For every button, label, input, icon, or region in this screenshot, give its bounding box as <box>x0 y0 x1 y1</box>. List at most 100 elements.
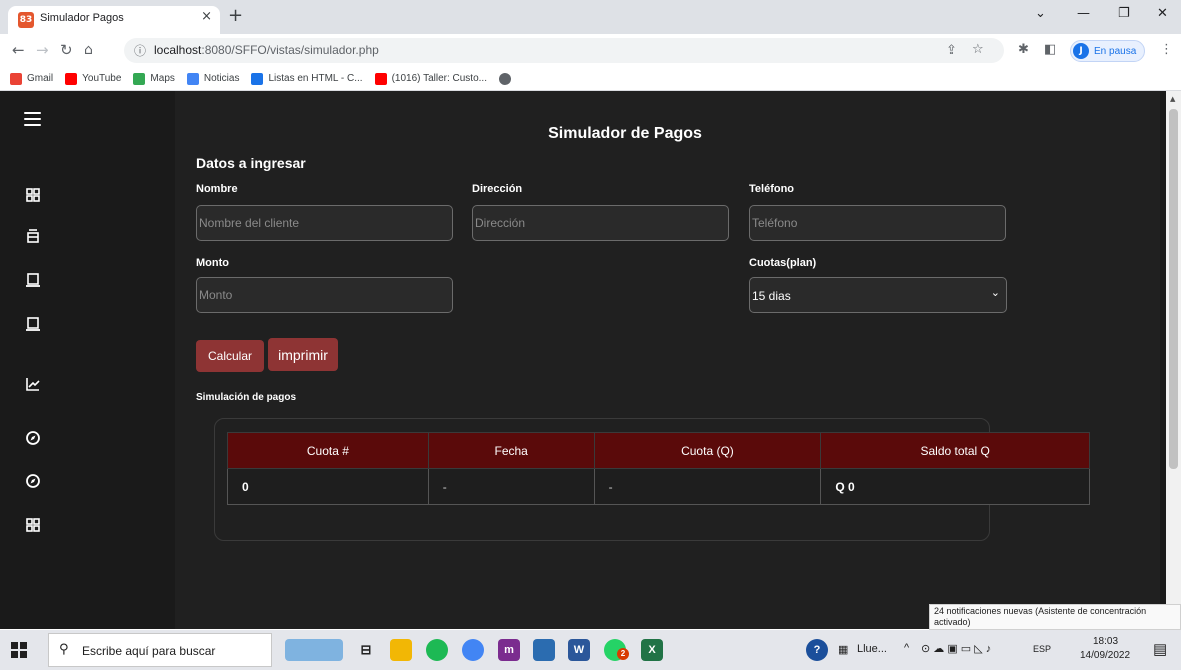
close-window-button[interactable]: ✕ <box>1157 6 1168 21</box>
spotify-icon[interactable] <box>426 639 448 661</box>
bookmark-youtube[interactable]: YouTube <box>65 72 122 85</box>
scroll-up-icon[interactable]: ▲ <box>1170 95 1175 103</box>
cell-fecha: - <box>427 468 595 505</box>
tray-app-icons[interactable]: ⊙ ☁ ▣ ▭ ◺ ♪ <box>921 642 991 655</box>
bookmark-globe[interactable] <box>498 72 516 85</box>
scroll-thumb[interactable] <box>1169 109 1178 469</box>
address-bar[interactable]: ⓘ localhost:8080/SFFO/vistas/simulador.p… <box>124 38 1004 63</box>
search-icon: ⚲ <box>59 642 69 657</box>
imprimir-button[interactable]: imprimir <box>268 338 338 371</box>
gmail-icon <box>10 72 22 85</box>
action-center-icon[interactable]: ▤ <box>1153 640 1167 658</box>
help-icon[interactable]: ? <box>806 639 828 661</box>
col-saldo-total: Saldo total Q <box>820 432 1090 469</box>
chrome-icon[interactable] <box>462 639 484 661</box>
direccion-input[interactable] <box>472 205 729 241</box>
youtube-icon <box>374 72 387 85</box>
bookmark-taller[interactable]: (1016) Taller: Custo... <box>374 72 487 85</box>
taskbar-search[interactable]: ⚲ Escribe aquí para buscar <box>48 633 272 667</box>
bookmark-maps[interactable]: Maps <box>133 72 175 85</box>
dashboard-icon[interactable] <box>25 517 41 533</box>
language-indicator[interactable]: ESP <box>1033 644 1051 654</box>
bookmark-listas-html[interactable]: Listas en HTML - C... <box>251 72 363 85</box>
app-pen-icon[interactable] <box>533 639 555 661</box>
windows-start-icon[interactable] <box>11 642 27 658</box>
calcular-button[interactable]: Calcular <box>196 340 264 372</box>
telefono-input[interactable] <box>749 205 1006 241</box>
task-view-icon[interactable]: ⊟ <box>355 639 377 661</box>
col-fecha: Fecha <box>427 432 595 469</box>
restore-button[interactable]: ❐ <box>1118 6 1130 21</box>
clock-date[interactable]: 14/09/2022 <box>1080 650 1130 661</box>
cell-saldo-total: Q 0 <box>820 468 1090 505</box>
bookmarks-bar: Gmail YouTube Maps Noticias Listas en HT… <box>0 67 1181 91</box>
bookmark-label: YouTube <box>82 73 122 84</box>
notification-tooltip: 24 notificaciones nuevas (Asistente de c… <box>929 604 1181 630</box>
monto-label: Monto <box>196 257 229 269</box>
inbox-icon[interactable] <box>25 228 41 244</box>
home-icon[interactable]: ⌂ <box>84 41 93 59</box>
address-url[interactable]: localhost:8080/SFFO/vistas/simulador.php <box>154 43 379 57</box>
site-info-icon[interactable]: ⓘ <box>134 42 146 59</box>
bookmark-label: Noticias <box>203 73 240 84</box>
page-scrollbar[interactable]: ▲ <box>1166 91 1181 629</box>
bookmark-noticias[interactable]: Noticias <box>186 72 240 85</box>
news-icon <box>186 72 199 85</box>
tab-close-button[interactable]: × <box>201 9 212 24</box>
bookmark-star-icon[interactable]: ☆ <box>972 42 984 57</box>
monto-input[interactable] <box>196 277 453 313</box>
excel-icon[interactable]: X <box>641 639 663 661</box>
nombre-input[interactable] <box>196 205 453 241</box>
laptop-icon[interactable] <box>25 316 41 332</box>
table-header-row: Cuota # Fecha Cuota (Q) Saldo total Q <box>227 432 1090 469</box>
section-title: Datos a ingresar <box>196 155 306 171</box>
compass-icon[interactable] <box>25 473 41 489</box>
browser-toolbar: ← → ↻ ⌂ ⓘ localhost:8080/SFFO/vistas/sim… <box>0 34 1181 67</box>
app-m-icon[interactable]: m <box>498 639 520 661</box>
cuotas-label: Cuotas(plan) <box>749 257 817 269</box>
cuotas-selected-value: 15 dias <box>752 289 791 303</box>
main-content: Simulador de Pagos Datos a ingresar Nomb… <box>175 91 1160 629</box>
profile-button[interactable]: J En pausa <box>1070 40 1146 62</box>
bookmark-gmail[interactable]: Gmail <box>10 72 53 85</box>
simulation-title: Simulación de pagos <box>196 392 297 403</box>
word-icon[interactable]: W <box>568 639 590 661</box>
tab-search-icon[interactable]: ⌄ <box>1035 6 1046 21</box>
clock-time[interactable]: 18:03 <box>1093 636 1118 647</box>
telefono-label: Teléfono <box>749 183 795 195</box>
file-explorer-icon[interactable] <box>390 639 412 661</box>
news-widget-icon[interactable]: ▦ <box>838 643 848 656</box>
reload-icon[interactable]: ↻ <box>60 41 73 59</box>
sidebar <box>0 91 65 629</box>
cuotas-select[interactable]: 15 dias ⌄ <box>749 277 1007 313</box>
col-cuota-num: Cuota # <box>227 432 429 469</box>
col-cuota-q: Cuota (Q) <box>593 432 822 469</box>
dashboard-icon[interactable] <box>25 187 41 203</box>
tray-overflow-icon[interactable]: ^ <box>904 642 909 654</box>
payments-table: Cuota # Fecha Cuota (Q) Saldo total Q 0 … <box>227 432 1090 505</box>
direccion-label: Dirección <box>472 183 523 195</box>
back-icon[interactable]: ← <box>12 41 25 59</box>
new-tab-button[interactable]: + <box>228 7 243 25</box>
chevron-down-icon: ⌄ <box>990 287 1000 299</box>
weather-widget-icon[interactable] <box>285 639 343 661</box>
extensions-icon[interactable]: ✱ <box>1018 42 1029 57</box>
site-icon <box>251 72 264 85</box>
browser-tab[interactable]: 83 Simulador Pagos × <box>8 6 220 34</box>
notification-badge: 2 <box>617 648 629 660</box>
compass-icon[interactable] <box>25 430 41 446</box>
tab-favicon-icon: 83 <box>18 12 34 28</box>
forward-icon[interactable]: → <box>36 41 49 59</box>
minimize-button[interactable]: — <box>1077 6 1090 21</box>
menu-icon[interactable] <box>24 112 41 130</box>
chart-icon[interactable] <box>25 376 41 392</box>
laptop-icon[interactable] <box>25 272 41 288</box>
weather-label[interactable]: Llue... <box>857 643 887 655</box>
side-panel-icon[interactable]: ◧ <box>1044 42 1056 57</box>
windows-taskbar: ⚲ Escribe aquí para buscar ⊟ m W 2 X ? ▦… <box>0 630 1181 670</box>
globe-icon <box>498 72 511 85</box>
page-title: Simulador de Pagos <box>548 125 702 142</box>
browser-tabbar: 83 Simulador Pagos × + ⌄ — ❐ ✕ <box>0 0 1181 34</box>
browser-menu-icon[interactable]: ⋮ <box>1160 42 1173 57</box>
share-icon[interactable]: ⇪ <box>946 43 957 58</box>
